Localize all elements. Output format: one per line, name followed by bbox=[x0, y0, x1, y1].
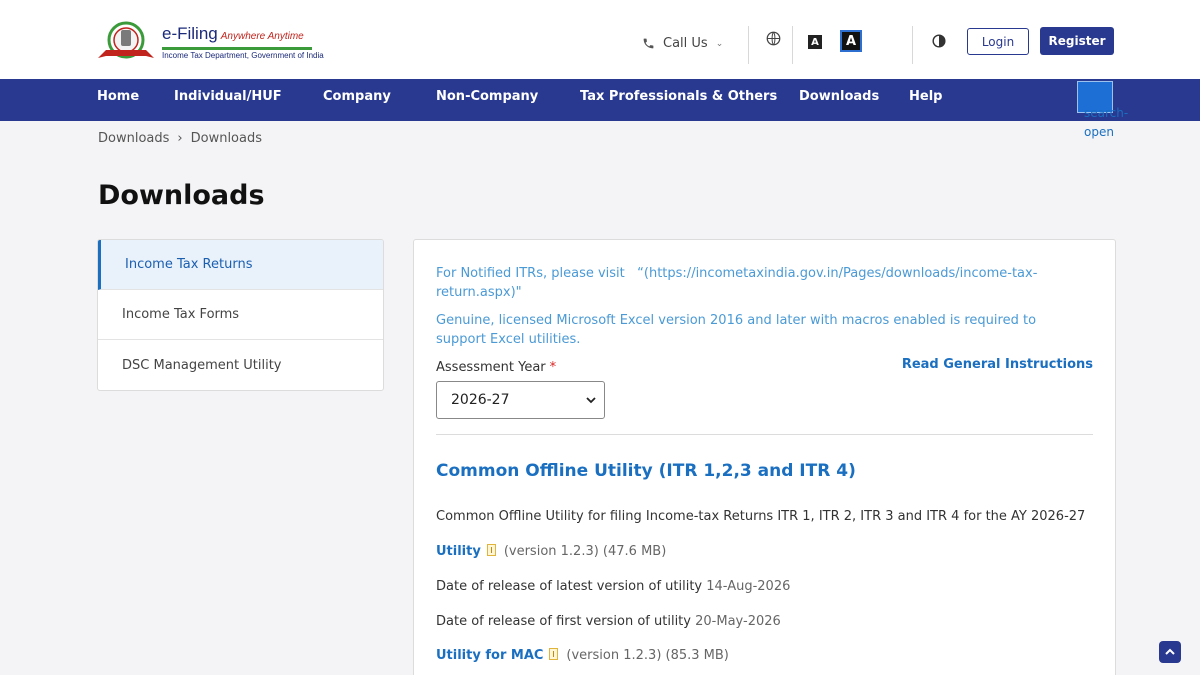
chevron-down-icon: ⌄ bbox=[715, 38, 724, 49]
font-decrease-button[interactable]: A bbox=[808, 35, 822, 49]
nav-company[interactable]: Company bbox=[323, 89, 391, 104]
utility-version-size: (version 1.2.3) (47.6 MB) bbox=[503, 544, 667, 559]
utility-download-row: Utility (version 1.2.3) (47.6 MB) bbox=[436, 544, 666, 559]
download-file-icon[interactable] bbox=[549, 648, 559, 660]
register-button[interactable]: Register bbox=[1040, 27, 1114, 55]
nav-non-company[interactable]: Non-Company bbox=[436, 89, 538, 104]
contrast-icon[interactable] bbox=[932, 34, 946, 48]
mac-utility-download-link[interactable]: Utility for MAC bbox=[436, 648, 543, 663]
scroll-to-top-button[interactable] bbox=[1159, 641, 1181, 663]
breadcrumb: Downloads › Downloads bbox=[98, 131, 262, 146]
nav-tax-professionals[interactable]: Tax Professionals & Others bbox=[580, 89, 777, 104]
sidebar-item-income-tax-returns[interactable]: Income Tax Returns bbox=[98, 240, 383, 290]
section-divider bbox=[436, 434, 1093, 435]
main-navigation: Home Individual/HUF Company Non-Company … bbox=[0, 79, 1200, 121]
header-divider bbox=[792, 26, 793, 64]
breadcrumb-current: Downloads bbox=[190, 131, 263, 146]
section-title: Common Offline Utility (ITR 1,2,3 and IT… bbox=[436, 461, 856, 481]
login-button[interactable]: Login bbox=[967, 28, 1029, 55]
top-header: e-Filing Anywhere Anytime Income Tax Depa… bbox=[0, 0, 1200, 79]
phone-icon bbox=[643, 38, 654, 49]
page-title: Downloads bbox=[98, 180, 265, 211]
nav-individual-huf[interactable]: Individual/HUF bbox=[174, 89, 282, 104]
assessment-year-value: 2026-27 bbox=[451, 392, 510, 408]
first-release-label: Date of release of first version of util… bbox=[436, 614, 691, 629]
globe-icon[interactable] bbox=[766, 31, 781, 46]
latest-release-label: Date of release of latest version of uti… bbox=[436, 579, 703, 594]
assessment-year-select[interactable]: 2026-27 bbox=[436, 381, 605, 419]
latest-release-row: Date of release of latest version of uti… bbox=[436, 579, 790, 594]
utility-download-link[interactable]: Utility bbox=[436, 544, 481, 559]
efiling-logo[interactable]: e-Filing Anywhere Anytime Income Tax Depa… bbox=[96, 20, 326, 64]
emblem-icon bbox=[98, 21, 154, 59]
latest-release-date: 14-Aug-2026 bbox=[706, 579, 791, 594]
chevron-down-icon bbox=[586, 397, 596, 404]
logo-subtitle: Income Tax Department, Government of Ind… bbox=[162, 51, 324, 60]
search-icon-alt-text[interactable]: search-open bbox=[1084, 104, 1144, 142]
sidebar-item-dsc-management-utility[interactable]: DSC Management Utility bbox=[98, 340, 383, 390]
download-file-icon[interactable] bbox=[486, 544, 496, 556]
mac-utility-download-row: Utility for MAC (version 1.2.3) (85.3 MB) bbox=[436, 648, 729, 663]
assessment-year-label: Assessment Year * bbox=[436, 360, 557, 375]
notified-itr-notice[interactable]: For Notified ITRs, please visit “(https:… bbox=[436, 264, 1086, 302]
breadcrumb-separator: › bbox=[177, 131, 183, 146]
header-divider bbox=[748, 26, 749, 64]
logo-title: e-Filing Anywhere Anytime bbox=[162, 24, 304, 43]
mac-utility-version-size: (version 1.2.3) (85.3 MB) bbox=[566, 648, 729, 663]
logo-underline bbox=[162, 47, 312, 50]
chevron-up-icon bbox=[1165, 648, 1175, 655]
excel-requirement-notice: Genuine, licensed Microsoft Excel versio… bbox=[436, 313, 1037, 347]
font-increase-button[interactable]: A bbox=[840, 30, 862, 52]
content-panel: For Notified ITRs, please visit “(https:… bbox=[413, 239, 1116, 675]
breadcrumb-link-downloads[interactable]: Downloads bbox=[98, 131, 169, 146]
first-release-date: 20-May-2026 bbox=[695, 614, 781, 629]
utility-description: Common Offline Utility for filing Income… bbox=[436, 509, 1086, 524]
read-general-instructions-link[interactable]: Read General Instructions bbox=[902, 357, 1093, 372]
logo-tagline: Anywhere Anytime bbox=[220, 31, 304, 42]
sidebar-item-income-tax-forms[interactable]: Income Tax Forms bbox=[98, 290, 383, 340]
nav-home[interactable]: Home bbox=[97, 89, 139, 104]
call-us-label: Call Us bbox=[663, 36, 708, 51]
nav-downloads[interactable]: Downloads bbox=[799, 89, 879, 104]
first-release-row: Date of release of first version of util… bbox=[436, 614, 781, 629]
downloads-sidebar: Income Tax Returns Income Tax Forms DSC … bbox=[97, 239, 384, 391]
call-us-dropdown[interactable]: Call Us ⌄ bbox=[642, 36, 723, 51]
header-divider bbox=[912, 26, 913, 64]
nav-help[interactable]: Help bbox=[909, 89, 942, 104]
required-marker: * bbox=[549, 360, 557, 375]
